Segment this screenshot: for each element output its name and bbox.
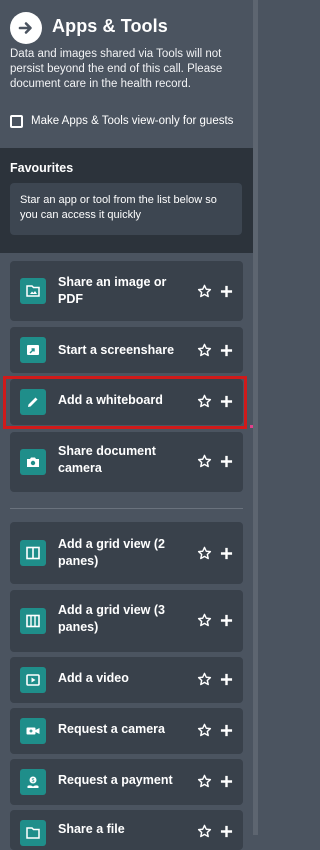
arrow-right-icon: [18, 22, 32, 34]
tool-label: Add a grid view (3 panes): [58, 603, 165, 634]
tool-card-share-image[interactable]: Share an image or PDF: [10, 261, 243, 321]
panel-title: Apps & Tools: [52, 16, 168, 36]
tool-card-video[interactable]: Add a video: [10, 657, 243, 703]
plus-icon[interactable]: [220, 455, 233, 468]
back-button[interactable]: [10, 12, 42, 44]
tool-label: Share document camera: [58, 444, 156, 475]
guest-view-only-label: Make Apps & Tools view-only for guests: [31, 115, 234, 127]
tool-card-document-camera[interactable]: Share document camera: [10, 432, 243, 492]
tool-label: Add a video: [58, 671, 129, 685]
video-play-icon: [20, 667, 46, 693]
star-icon[interactable]: [197, 824, 212, 839]
file-icon: [20, 820, 46, 846]
tool-card-grid-3[interactable]: Add a grid view (3 panes): [10, 590, 243, 652]
favourites-empty-message: Star an app or tool from the list below …: [10, 183, 242, 235]
tool-label: Start a screenshare: [58, 343, 175, 357]
plus-icon[interactable]: [220, 285, 233, 298]
grid-2-icon: [20, 540, 46, 566]
whiteboard-highlight-box: [3, 376, 247, 429]
tool-label: Request a payment: [58, 773, 173, 787]
plus-icon[interactable]: [220, 344, 233, 357]
plus-icon[interactable]: [220, 547, 233, 560]
data-notice: Data and images shared via Tools will no…: [10, 48, 223, 90]
star-icon[interactable]: [197, 546, 212, 561]
image-file-icon: [20, 278, 46, 304]
plus-icon[interactable]: [220, 724, 233, 737]
star-icon[interactable]: [197, 284, 212, 299]
tool-label: Share an image or PDF: [58, 275, 167, 306]
tool-label: Share a file: [58, 822, 125, 836]
tool-card-request-camera[interactable]: Request a camera: [10, 708, 243, 754]
plus-icon[interactable]: [220, 825, 233, 838]
tool-card-share-file[interactable]: Share a file: [10, 810, 243, 850]
tool-card-request-payment[interactable]: $ Request a payment: [10, 759, 243, 805]
tool-label: Add a grid view (2 panes): [58, 537, 165, 568]
section-divider: [10, 508, 243, 509]
star-icon[interactable]: [197, 672, 212, 687]
screenshare-icon: [20, 337, 46, 363]
star-icon[interactable]: [197, 343, 212, 358]
star-icon[interactable]: [197, 613, 212, 628]
guest-view-only-option[interactable]: Make Apps & Tools view-only for guests: [10, 113, 233, 129]
star-icon[interactable]: [197, 774, 212, 789]
camera-icon: [20, 449, 46, 475]
plus-icon[interactable]: [220, 673, 233, 686]
payment-icon: $: [20, 769, 46, 795]
star-icon[interactable]: [197, 723, 212, 738]
favourites-section: Favourites Star an app or tool from the …: [0, 148, 253, 253]
grid-3-icon: [20, 608, 46, 634]
apps-tools-header: Apps & Tools Data and images shared via …: [0, 0, 253, 148]
favourites-title: Favourites: [10, 161, 74, 175]
video-camera-icon: [20, 718, 46, 744]
scrollbar-thumb[interactable]: [253, 0, 258, 835]
tool-label: Request a camera: [58, 722, 166, 736]
plus-icon[interactable]: [220, 614, 233, 627]
tool-card-screenshare[interactable]: Start a screenshare: [10, 327, 243, 373]
svg-text:$: $: [32, 778, 35, 784]
scrollbar[interactable]: [253, 0, 258, 835]
tool-card-grid-2[interactable]: Add a grid view (2 panes): [10, 522, 243, 584]
plus-icon[interactable]: [220, 775, 233, 788]
guest-view-only-checkbox[interactable]: [10, 114, 23, 128]
star-icon[interactable]: [197, 454, 212, 469]
